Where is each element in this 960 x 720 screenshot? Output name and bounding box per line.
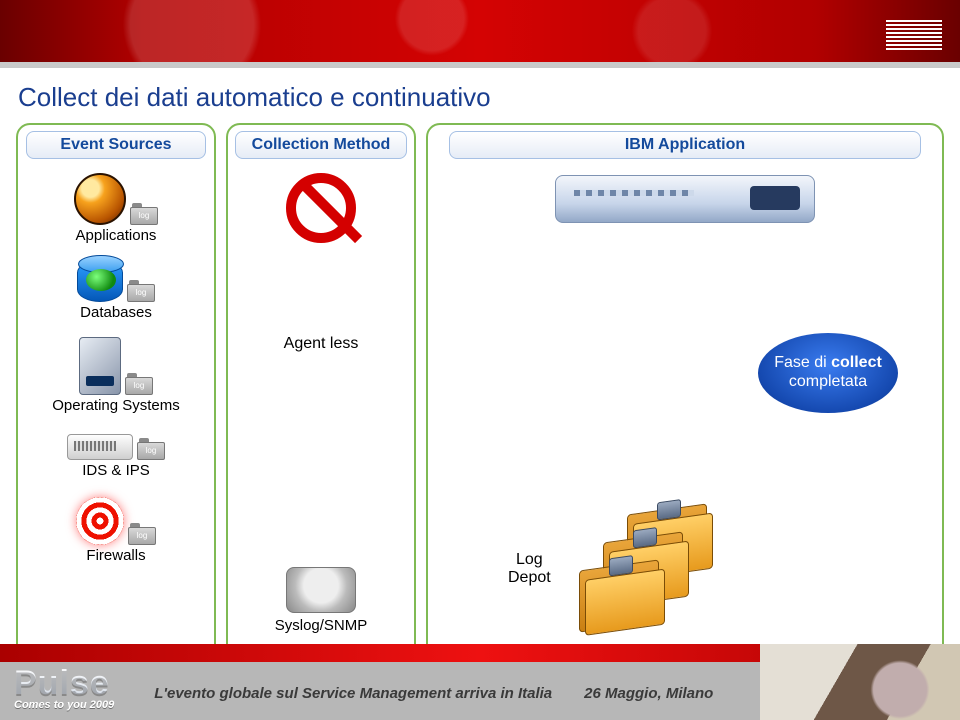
- log-folder-icon: log: [130, 203, 158, 225]
- log-folder-icon: log: [125, 373, 153, 395]
- footer-date: 26 Maggio, Milano: [584, 685, 713, 702]
- harddisk-icon: [286, 567, 356, 613]
- ids-device-icon: [67, 434, 133, 460]
- source-label: Applications: [76, 227, 157, 244]
- slide-title: Collect dei dati automatico e continuati…: [0, 68, 960, 123]
- firewall-target-icon: [76, 497, 124, 545]
- log-folder-label: log: [128, 531, 156, 540]
- phase-line2: completata: [758, 372, 898, 391]
- log-folder-label: log: [125, 381, 153, 390]
- column-header-method: Collection Method: [235, 131, 406, 159]
- column-header-app: IBM Application: [449, 131, 922, 159]
- footer-bar: Pulse Comes to you 2009 L'evento globale…: [0, 644, 960, 720]
- source-operating-systems: log Operating Systems: [18, 337, 214, 414]
- brand-word: Pulse: [14, 664, 114, 703]
- appliance-icon: [555, 175, 815, 223]
- column-header-sources: Event Sources: [26, 131, 206, 159]
- agentless-label: Agent less: [284, 335, 359, 353]
- source-ids-ips: log IDS & IPS: [18, 434, 214, 479]
- log-folder-label: log: [130, 211, 158, 220]
- source-label: Firewalls: [86, 547, 145, 564]
- source-label: Operating Systems: [52, 397, 180, 414]
- log-folder-label: log: [127, 288, 155, 297]
- source-firewalls: log Firewalls: [18, 497, 214, 564]
- column-collection-method: Collection Method Agent less Syslog/SNMP: [226, 123, 416, 659]
- source-databases: log Databases: [18, 260, 214, 321]
- column-ibm-application: IBM Application Fase di collect completa…: [426, 123, 944, 659]
- ibm-logo-icon: [886, 20, 942, 50]
- phase-line1: Fase di collect: [758, 353, 898, 372]
- log-folder-icon: log: [128, 523, 156, 545]
- server-icon: [79, 337, 121, 395]
- source-label: IDS & IPS: [82, 462, 150, 479]
- log-folder-icon: log: [127, 280, 155, 302]
- phase-badge: Fase di collect completata: [758, 333, 898, 413]
- log-folder-label: log: [137, 446, 165, 455]
- log-depot-label: Log Depot: [508, 551, 551, 587]
- log-folder-icon: log: [137, 438, 165, 460]
- log-depot: Log Depot: [508, 509, 723, 629]
- syslog-label: Syslog/SNMP: [275, 617, 368, 634]
- brand-sub: Comes to you 2009: [14, 699, 114, 711]
- database-icon: [77, 260, 123, 302]
- pulse-brand: Pulse Comes to you 2009: [14, 664, 114, 711]
- source-applications: log Applications: [18, 173, 214, 244]
- source-label: Databases: [80, 304, 152, 321]
- column-event-sources: Event Sources log Applications log Datab…: [16, 123, 216, 659]
- applications-icon: [74, 173, 126, 225]
- columns-container: Event Sources log Applications log Datab…: [0, 123, 960, 659]
- footer-tagline: L'evento globale sul Service Management …: [154, 685, 552, 702]
- no-agent-icon: [286, 173, 356, 243]
- top-banner: [0, 0, 960, 62]
- folder-stack-icon: [573, 509, 723, 629]
- footer-photo: [760, 644, 960, 720]
